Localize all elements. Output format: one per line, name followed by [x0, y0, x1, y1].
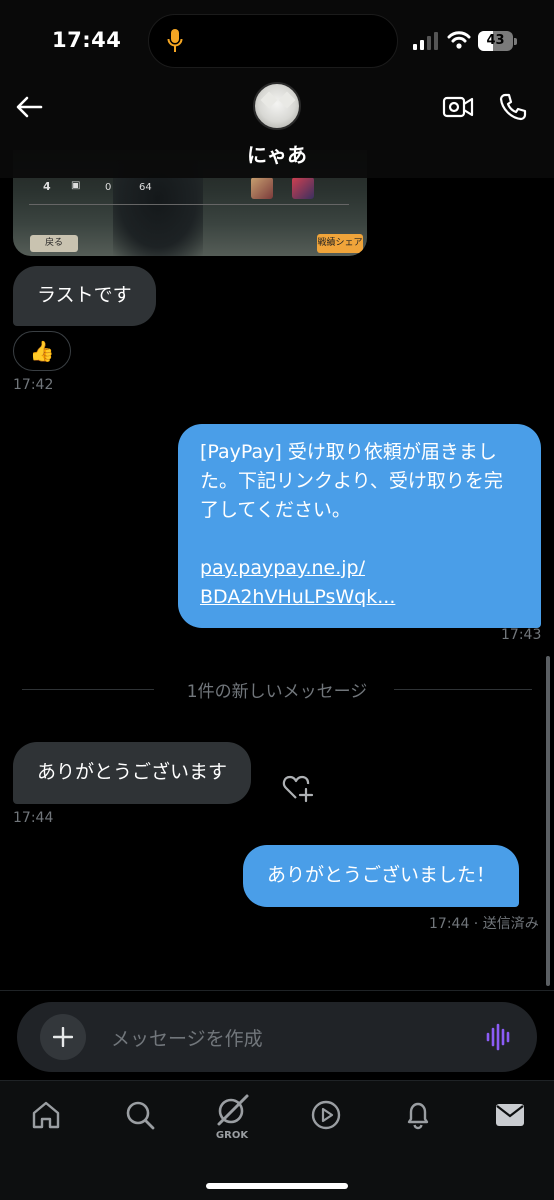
search-icon[interactable]: [124, 1099, 156, 1131]
status-time: 17:44: [52, 28, 122, 52]
message-timestamp-sent: 17:44 · 送信済み: [429, 916, 539, 932]
notifications-bell-icon[interactable]: [402, 1099, 434, 1131]
video-call-icon[interactable]: [442, 94, 474, 120]
bottom-tab-bar: GROK: [0, 1080, 554, 1200]
preview-stat-icon: ▣: [71, 180, 81, 191]
incoming-message[interactable]: ラストです: [13, 266, 156, 326]
preview-share-button: 戦績シェア: [317, 234, 363, 253]
contact-avatar[interactable]: [253, 82, 301, 130]
conversation-header: 17:44 43 にゃあ: [0, 0, 554, 178]
thumbs-up-reaction[interactable]: 👍: [13, 331, 71, 371]
back-arrow-icon[interactable]: [14, 92, 44, 122]
home-indicator: [206, 1183, 348, 1189]
voice-message-icon[interactable]: [485, 1023, 513, 1051]
heart-plus-icon[interactable]: [282, 773, 314, 803]
phone-call-icon[interactable]: [498, 92, 528, 122]
grok-label: GROK: [215, 1130, 249, 1141]
plus-icon: [53, 1027, 73, 1047]
preview-stat: 64: [139, 182, 152, 193]
preview-thumbnail: [292, 177, 314, 199]
message-timestamp: 17:42: [13, 377, 54, 393]
messages-envelope-icon[interactable]: [494, 1101, 526, 1129]
message-timestamp: 17:44: [13, 810, 54, 826]
video-play-icon[interactable]: [310, 1099, 342, 1131]
preview-stat: 4: [43, 180, 51, 193]
outgoing-message[interactable]: [PayPay] 受け取り依頼が届きました。下記リンクより、受け取りを完了してく…: [178, 424, 541, 628]
battery-indicator: 43: [478, 31, 518, 51]
wifi-icon: [447, 31, 471, 49]
grok-icon[interactable]: [214, 1093, 250, 1129]
add-attachment-button[interactable]: [40, 1014, 86, 1060]
new-messages-divider: 1件の新しいメッセージ: [22, 677, 532, 702]
preview-stat: 0: [105, 182, 112, 193]
preview-divider: [29, 204, 349, 205]
preview-thumbnail: [251, 177, 273, 199]
scrollbar[interactable]: [546, 656, 550, 986]
dm-conversation-screen: 4 ▣ 0 64 戻る 戦績シェア 17:44 43 にゃあ ラストです 👍 1…: [0, 0, 554, 1200]
contact-name[interactable]: にゃあ: [0, 139, 554, 168]
incoming-message[interactable]: ありがとうございます: [13, 742, 252, 804]
message-text: [PayPay] 受け取り依頼が届きました。下記リンクより、受け取りを完了してく…: [200, 441, 503, 521]
microphone-icon: [167, 29, 183, 52]
battery-level: 43: [486, 33, 505, 48]
outgoing-message[interactable]: ありがとうございました！: [243, 845, 520, 907]
composer-divider: [0, 990, 554, 991]
paypay-link[interactable]: pay.paypay.ne.jp/BDA2hVHuLPsWqk...: [200, 554, 519, 612]
new-messages-label: 1件の新しいメッセージ: [186, 682, 368, 702]
home-icon[interactable]: [30, 1099, 62, 1131]
message-composer[interactable]: メッセージを作成: [17, 1002, 537, 1072]
dynamic-island: [148, 14, 398, 68]
status-bar: 17:44 43: [0, 0, 554, 80]
message-input[interactable]: メッセージを作成: [111, 1024, 263, 1051]
preview-back-button: 戻る: [30, 235, 78, 252]
message-timestamp: 17:43: [501, 627, 542, 643]
cellular-signal-icon: [413, 32, 438, 50]
